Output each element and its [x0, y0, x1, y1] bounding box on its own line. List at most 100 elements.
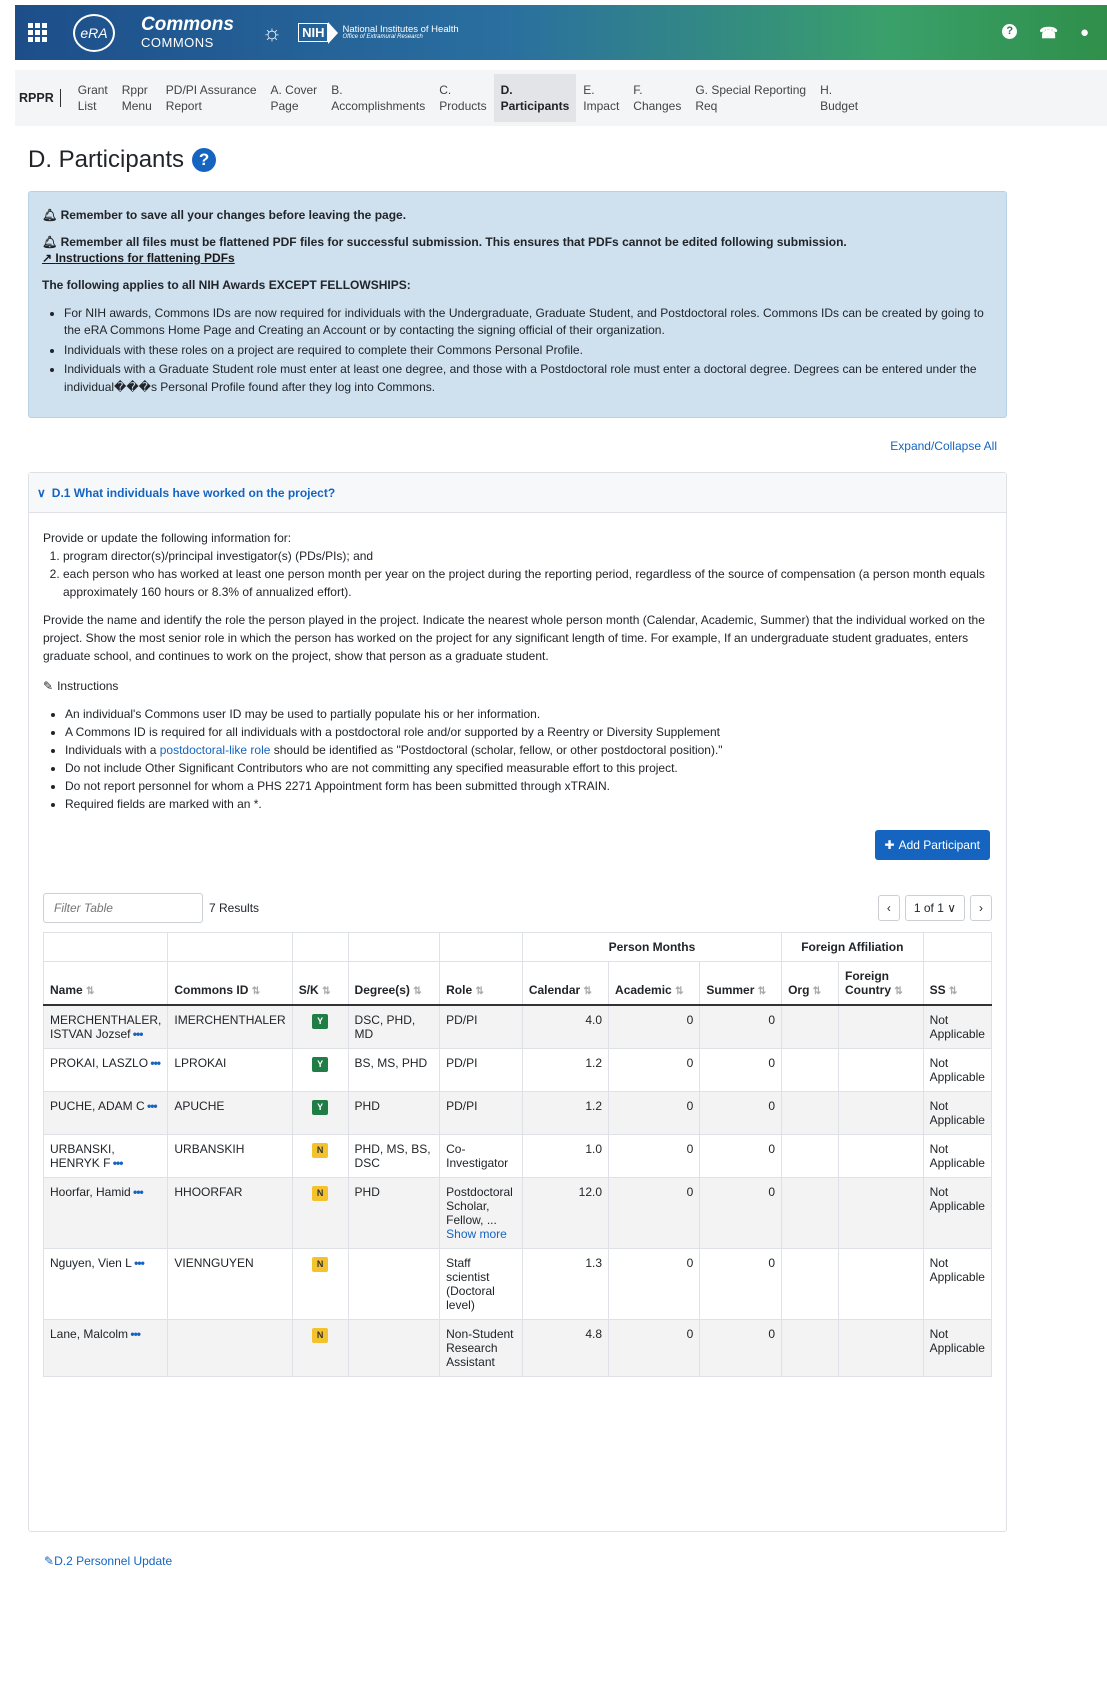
cell-name: MERCHENTHALER, ISTVAN Jozsef ••• — [42, 1004, 169, 1049]
nav-item-grant-list[interactable]: Grant List — [71, 74, 115, 122]
cell-org — [781, 1004, 839, 1049]
cell-sk: Y — [291, 1048, 349, 1092]
cell-sk: Y — [291, 1091, 349, 1135]
instruction-item: Do not report personnel for whom a PHS 2… — [65, 777, 992, 795]
bell-icon: 🔔︎ — [42, 235, 61, 249]
col-sk[interactable]: S/K ⇅ — [291, 961, 349, 1006]
cell-commons-id: URBANSKIH — [167, 1134, 293, 1178]
commons-logo[interactable]: Commons COMMONS — [141, 14, 234, 50]
help-icon[interactable]: ? — [192, 148, 217, 172]
senior-key-badge: Y — [312, 1014, 329, 1029]
senior-key-badge: Y — [312, 1057, 329, 1072]
hhs-eagle-icon: ☼ — [261, 19, 283, 45]
cell-sk: N — [291, 1134, 349, 1178]
col-role[interactable]: Role ⇅ — [439, 961, 523, 1006]
col-calendar[interactable]: Calendar ⇅ — [521, 961, 610, 1006]
prev-page-button[interactable]: ‹ — [877, 895, 900, 921]
cell-commons-id: VIENNGUYEN — [167, 1248, 293, 1320]
page-title: D. Participants ? — [28, 146, 217, 174]
cell-org — [781, 1134, 839, 1178]
table-row: Nguyen, Vien L ••• VIENNGUYEN N Staff scien… — [42, 1248, 993, 1320]
cell-country — [838, 1134, 924, 1178]
cell-org — [781, 1319, 839, 1377]
cell-degrees — [347, 1248, 441, 1320]
nav-item-budget[interactable]: H. Budget — [813, 74, 865, 122]
cell-degrees: DSC, PHD, MD — [347, 1004, 441, 1049]
col-name[interactable]: Name ⇅ — [42, 961, 169, 1006]
page-select[interactable]: 1 of 1 ∨ — [904, 895, 965, 921]
nav-item-impact[interactable]: E. Impact — [576, 74, 626, 122]
cell-role: Postdoctoral Scholar, Fellow, ... Show mo… — [439, 1177, 523, 1249]
filter-table-input[interactable] — [43, 893, 203, 923]
participant-name: URBANSKI, HENRYK F — [50, 1142, 115, 1170]
cell-degrees: BS, MS, PHD — [347, 1048, 441, 1092]
grid-icon[interactable] — [15, 5, 59, 60]
cell-calendar: 4.8 — [521, 1319, 610, 1377]
more-actions-icon[interactable]: ••• — [110, 1156, 124, 1170]
col-org[interactable]: Org ⇅ — [781, 961, 839, 1006]
table-row: Lane, Malcolm ••• N Non-Student Research A… — [42, 1319, 993, 1377]
nih-name: National Institutes of Health — [342, 23, 459, 35]
col-academic[interactable]: Academic ⇅ — [608, 961, 701, 1006]
nav-item-cover-page[interactable]: A. Cover Page — [264, 74, 325, 122]
cell-degrees: PHD — [347, 1177, 441, 1249]
participant-role: PD/PI — [446, 1056, 478, 1070]
nav-item-products[interactable]: C. Products — [432, 74, 493, 122]
cell-calendar: 1.2 — [521, 1091, 610, 1135]
nav-item-special-reporting[interactable]: G. Special Reporting Req — [688, 74, 813, 122]
cell-org — [781, 1177, 839, 1249]
cell-sk: N — [291, 1319, 349, 1377]
nav-item-accomplishments[interactable]: B. Accomplishments — [324, 74, 432, 122]
save-note: 🔔︎ Remember to save all your changes bef… — [42, 208, 407, 222]
cell-sk: N — [291, 1177, 349, 1249]
flatten-pdf-link[interactable]: ↗ Instructions for flattening PDFs — [42, 251, 993, 265]
nav-item-changes[interactable]: F. Changes — [626, 74, 688, 122]
nav-item-assurance-report[interactable]: PD/PI Assurance Report — [159, 74, 264, 122]
cell-degrees: PHD — [347, 1091, 441, 1135]
col-commons-id[interactable]: Commons ID ⇅ — [167, 961, 293, 1006]
more-actions-icon[interactable]: ••• — [148, 1056, 161, 1070]
instruction-item: An individual's Commons user ID may be u… — [65, 705, 992, 723]
section-d1-title: D.1 What individuals have worked on the … — [51, 485, 336, 500]
col-degrees[interactable]: Degree(s) ⇅ — [347, 961, 441, 1006]
col-ss[interactable]: SS ⇅ — [922, 961, 993, 1006]
participant-name: Hoorfar, Hamid — [50, 1185, 131, 1199]
more-actions-icon[interactable]: ••• — [132, 1256, 145, 1270]
step-item: each person who has worked at least one … — [63, 565, 992, 601]
external-link-icon: ↗ — [42, 251, 56, 265]
expand-collapse-all-link[interactable]: Expand/Collapse All — [890, 439, 997, 453]
cell-country — [838, 1319, 924, 1377]
cell-role: Non-Student Research Assistant — [439, 1319, 523, 1377]
cell-academic: 0 — [608, 1248, 701, 1320]
senior-key-badge: N — [312, 1328, 329, 1343]
section-d2-link[interactable]: ✎D.2 Personnel Update — [44, 1554, 172, 1568]
add-participant-button[interactable]: ✚ Add Participant — [874, 830, 990, 860]
col-summer[interactable]: Summer ⇅ — [699, 961, 783, 1006]
user-icon[interactable]: ● — [1080, 24, 1089, 42]
postdoctoral-role-link[interactable]: postdoctoral-like role — [160, 743, 271, 757]
senior-key-badge: N — [312, 1257, 329, 1272]
era-logo[interactable]: eRA — [73, 13, 115, 52]
nav-item-participants[interactable]: D. Participants — [493, 74, 577, 122]
cell-ss: Not Applicable — [922, 1048, 993, 1092]
more-actions-icon[interactable]: ••• — [131, 1185, 144, 1199]
info-alert: 🔔︎ Remember to save all your changes bef… — [28, 191, 1007, 418]
cell-calendar: 1.2 — [521, 1048, 610, 1092]
cell-name: Hoorfar, Hamid ••• — [42, 1177, 169, 1249]
show-more-link[interactable]: Show more — [446, 1227, 516, 1241]
cell-calendar: 1.0 — [521, 1134, 610, 1178]
pagination: ‹ 1 of 1 ∨ › — [877, 895, 992, 921]
participant-role: Co-Investigator — [446, 1142, 509, 1170]
nav-brand: RPPR — [15, 89, 61, 107]
section-d1-panel: ∨ D.1 What individuals have worked on th… — [28, 472, 1007, 1532]
more-actions-icon[interactable]: ••• — [128, 1327, 141, 1341]
table-row: PUCHE, ADAM C ••• APUCHE Y PHD PD/PI 1.2 0 0 Not… — [42, 1091, 993, 1135]
nav-item-rppr-menu[interactable]: Rppr Menu — [115, 74, 159, 122]
col-foreign-country[interactable]: Foreign Country ⇅ — [838, 961, 924, 1006]
section-d1-header[interactable]: ∨ D.1 What individuals have worked on th… — [29, 473, 1006, 513]
phone-icon[interactable]: ☎ — [1039, 24, 1058, 42]
next-page-button[interactable]: › — [970, 895, 992, 921]
more-actions-icon[interactable]: ••• — [130, 1027, 144, 1041]
more-actions-icon[interactable]: ••• — [145, 1099, 158, 1113]
help-icon[interactable]: ? — [1002, 23, 1018, 39]
